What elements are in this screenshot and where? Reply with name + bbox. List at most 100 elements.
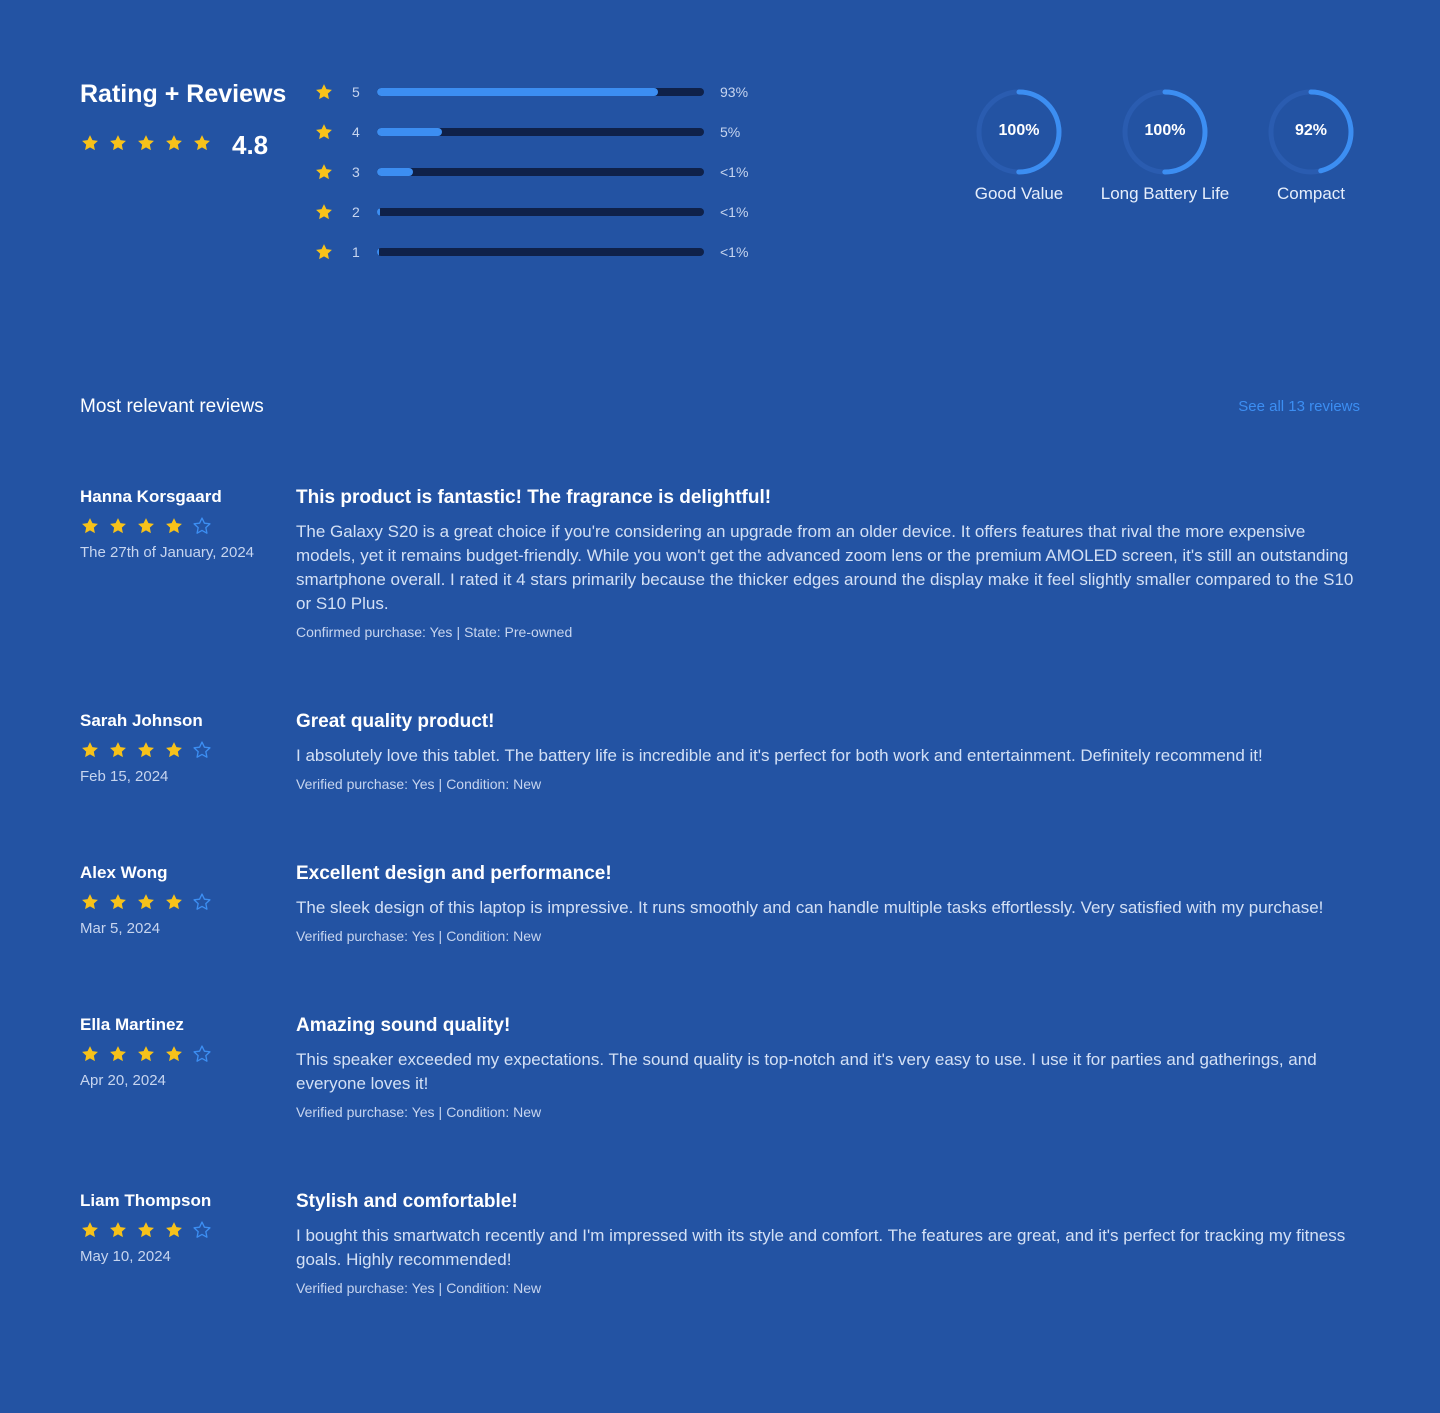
star-filled-icon xyxy=(164,1220,184,1240)
review-date: Feb 15, 2024 xyxy=(80,768,169,785)
star-empty-icon xyxy=(192,740,212,760)
reviewer-name: Sarah Johnson xyxy=(80,711,203,730)
item-condition: State: Pre-owned xyxy=(464,624,573,640)
review-body: The sleek design of this laptop is impre… xyxy=(296,898,1324,917)
review-meta: Confirmed purchase: Yes | State: Pre-owned xyxy=(296,624,1360,640)
review-content: Stylish and comfortable! I bought this sm… xyxy=(296,1191,1360,1296)
distribution-bar-fill xyxy=(377,208,381,216)
review-body: I bought this smartwatch recently and I'… xyxy=(296,1226,1346,1269)
distribution-bar-fill xyxy=(377,248,379,256)
distribution-row-5[interactable]: 5 93% xyxy=(314,80,774,104)
distribution-bar-fill xyxy=(377,88,659,96)
gauge-value: 100% xyxy=(1144,122,1186,139)
purchase-status: Verified purchase: Yes xyxy=(296,776,435,792)
distribution-percent: 93% xyxy=(720,84,749,100)
average-rating-value: 4.8 xyxy=(232,130,269,160)
purchase-status: Verified purchase: Yes xyxy=(296,1104,435,1120)
star-empty-icon xyxy=(192,1044,212,1064)
star-empty-icon xyxy=(192,516,212,536)
meta-divider: | xyxy=(438,1104,443,1120)
gauge-value: 100% xyxy=(998,122,1040,139)
purchase-status: Verified purchase: Yes xyxy=(296,928,435,944)
purchase-status: Confirmed purchase: Yes xyxy=(296,624,453,640)
review-date: Apr 20, 2024 xyxy=(80,1072,166,1089)
distribution-star-label: 3 xyxy=(352,164,360,180)
distribution-bar xyxy=(377,88,704,96)
review-meta: Verified purchase: Yes | Condition: New xyxy=(296,776,1360,792)
distribution-percent: <1% xyxy=(720,164,749,180)
attribute-gauge: 100% Good Value xyxy=(944,84,1094,204)
reviewer-name: Hanna Korsgaard xyxy=(80,487,222,506)
review-title: Amazing sound quality! xyxy=(296,1015,511,1036)
meta-divider: | xyxy=(438,928,443,944)
star-filled-icon xyxy=(80,1220,100,1240)
distribution-row-1[interactable]: 1 <1% xyxy=(314,240,774,264)
review-title: Excellent design and performance! xyxy=(296,863,612,884)
distribution-percent: <1% xyxy=(720,244,749,260)
meta-divider: | xyxy=(438,1280,443,1296)
review-author-block: Ella Martinez Apr 20, 2024 xyxy=(80,1015,280,1089)
review-rating-stars xyxy=(80,892,280,912)
star-icon xyxy=(314,162,334,182)
star-filled-icon xyxy=(108,740,128,760)
review-body: I absolutely love this tablet. The batte… xyxy=(296,746,1263,765)
star-filled-icon xyxy=(80,740,100,760)
star-filled-icon xyxy=(80,516,100,536)
review-title: This product is fantastic! The fragrance… xyxy=(296,487,772,508)
star-filled-icon xyxy=(136,740,156,760)
distribution-row-4[interactable]: 4 5% xyxy=(314,120,774,144)
item-condition: Condition: New xyxy=(446,776,542,792)
review-title: Great quality product! xyxy=(296,711,495,732)
star-filled-icon xyxy=(136,1044,156,1064)
star-filled-icon xyxy=(108,1044,128,1064)
star-filled-icon xyxy=(136,892,156,912)
star-empty-icon xyxy=(192,892,212,912)
review-rating-stars xyxy=(80,1044,280,1064)
meta-divider: | xyxy=(438,776,443,792)
star-filled-icon xyxy=(164,1044,184,1064)
review-author-block: Sarah Johnson Feb 15, 2024 xyxy=(80,711,280,785)
star-filled-icon xyxy=(136,133,156,153)
see-all-reviews-link[interactable]: See all 13 reviews xyxy=(1238,398,1360,415)
distribution-bar-fill xyxy=(377,168,413,176)
review-title: Stylish and comfortable! xyxy=(296,1191,518,1212)
review-content: Excellent design and performance! The sle… xyxy=(296,863,1360,944)
review-meta: Verified purchase: Yes | Condition: New xyxy=(296,1104,1360,1120)
star-filled-icon xyxy=(80,133,100,153)
review-author-block: Hanna Korsgaard The 27th of January, 2024 xyxy=(80,487,280,561)
item-condition: Condition: New xyxy=(446,928,542,944)
star-filled-icon xyxy=(136,516,156,536)
review-meta: Verified purchase: Yes | Condition: New xyxy=(296,928,1360,944)
distribution-star-label: 5 xyxy=(352,84,360,100)
meta-divider: | xyxy=(456,624,461,640)
star-icon xyxy=(314,242,334,262)
gauge-label: Good Value xyxy=(974,184,1064,203)
distribution-row-3[interactable]: 3 <1% xyxy=(314,160,774,184)
reviewer-name: Alex Wong xyxy=(80,863,168,882)
distribution-star-label: 2 xyxy=(352,204,360,220)
distribution-row-2[interactable]: 2 <1% xyxy=(314,200,774,224)
star-empty-icon xyxy=(192,1220,212,1240)
average-rating-stars xyxy=(80,133,212,153)
item-condition: Condition: New xyxy=(446,1104,542,1120)
distribution-percent: 5% xyxy=(720,124,741,140)
distribution-bar xyxy=(377,128,704,136)
attribute-gauges: 100% Good Value 100% Long Battery Life 92%… xyxy=(970,84,1390,214)
star-filled-icon xyxy=(108,133,128,153)
star-filled-icon xyxy=(108,1220,128,1240)
star-filled-icon xyxy=(164,516,184,536)
review-rating-stars xyxy=(80,1220,280,1240)
star-icon xyxy=(314,122,334,142)
gauge-label: Compact xyxy=(1276,184,1346,203)
reviewer-name: Liam Thompson xyxy=(80,1191,212,1210)
reviewer-name: Ella Martinez xyxy=(80,1015,184,1034)
review-body: This speaker exceeded my expectations. T… xyxy=(296,1050,1317,1093)
distribution-star-label: 1 xyxy=(352,244,360,260)
review-date: The 27th of January, 2024 xyxy=(80,544,255,561)
distribution-percent: <1% xyxy=(720,204,749,220)
reviews-section-title: Most relevant reviews xyxy=(80,396,264,417)
star-filled-icon xyxy=(192,133,212,153)
attribute-gauge: 100% Long Battery Life xyxy=(1090,84,1240,204)
purchase-status: Verified purchase: Yes xyxy=(296,1280,435,1296)
distribution-star-label: 4 xyxy=(352,124,360,140)
